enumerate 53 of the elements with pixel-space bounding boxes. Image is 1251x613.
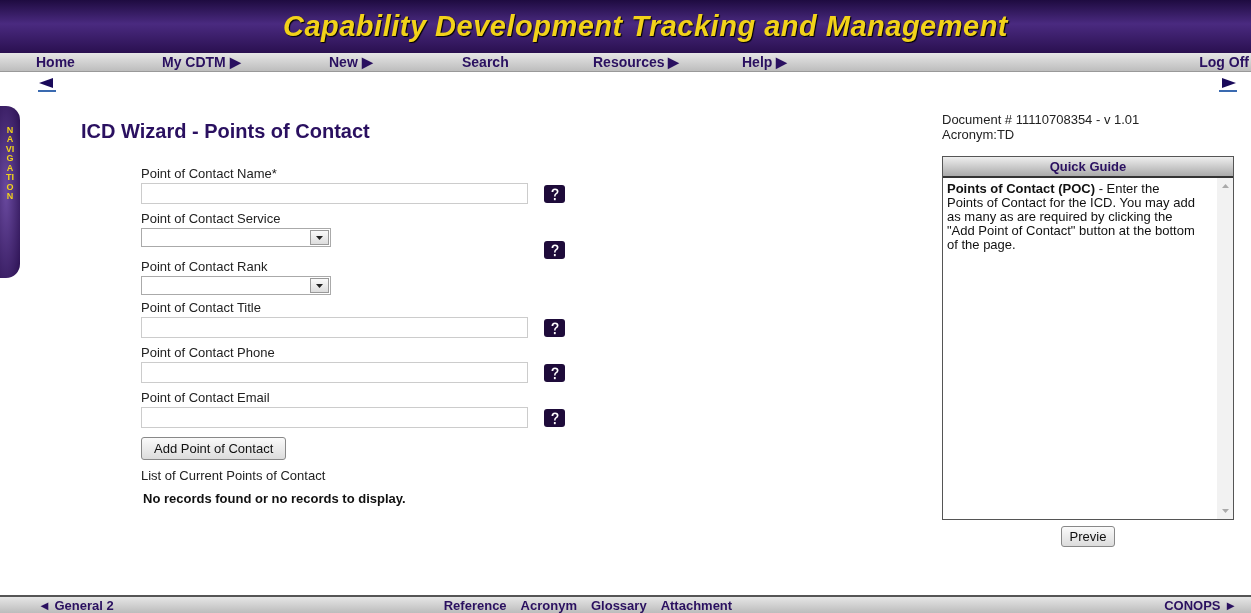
empty-message: No records found or no records to display.: [143, 491, 407, 506]
navigation-tab[interactable]: NAVIGATION: [0, 106, 20, 278]
footer-link[interactable]: Reference: [443, 597, 507, 613]
menu-item[interactable]: New ▶: [329, 54, 462, 70]
field-label: Point of Contact Phone: [141, 345, 276, 360]
footer-link[interactable]: Glossary: [590, 597, 647, 613]
list-heading: List of Current Points of Contact: [141, 468, 327, 483]
caret-icon: [316, 283, 323, 288]
help-button[interactable]: [544, 319, 565, 337]
previous-link[interactable]: ◄ General 2: [38, 597, 114, 613]
menu-item[interactable]: Resources ▶: [593, 54, 742, 70]
question-mark-icon: [549, 366, 560, 380]
text-field[interactable]: [141, 183, 528, 204]
help-button[interactable]: [544, 241, 565, 259]
scrollbar[interactable]: [1217, 178, 1233, 519]
text-field[interactable]: [141, 362, 528, 383]
scroll-up-icon: [1221, 184, 1229, 188]
menu-item[interactable]: Search: [462, 54, 593, 70]
menu-item[interactable]: My CDTM ▶: [162, 54, 329, 70]
caret-icon: [316, 235, 323, 240]
page-title: ICD Wizard - Points of Contact: [81, 120, 371, 143]
field-label: Point of Contact Service: [141, 211, 282, 226]
field-label: Point of Contact Title: [141, 300, 262, 315]
field-label: Point of Contact Name*: [141, 166, 278, 181]
next-link[interactable]: CONOPS ►: [1164, 597, 1237, 613]
field-label: Point of Contact Email: [141, 390, 271, 405]
question-mark-icon: [549, 411, 560, 425]
forward-arrow-icon[interactable]: [1219, 78, 1237, 92]
footer-link[interactable]: Attachment: [660, 597, 733, 613]
menu-item[interactable]: Home: [36, 54, 162, 70]
question-mark-icon: [549, 187, 560, 201]
text-field[interactable]: [141, 317, 528, 338]
site-title: Capability Development Tracking and Management: [282, 10, 1009, 43]
help-button[interactable]: [544, 409, 565, 427]
question-mark-icon: [549, 243, 560, 257]
document-number: Document # 11110708354 - v 1.01: [942, 112, 1141, 127]
menu-item[interactable]: Log Off: [1199, 54, 1249, 70]
menu-item[interactable]: Help ▶: [742, 54, 842, 70]
dropdown-field[interactable]: [141, 276, 331, 295]
quick-guide-header: Quick Guide: [943, 157, 1233, 178]
scroll-down-icon: [1221, 509, 1229, 513]
dropdown-field[interactable]: [141, 228, 331, 247]
help-button[interactable]: [544, 364, 565, 382]
question-mark-icon: [549, 321, 560, 335]
back-arrow-icon[interactable]: [38, 78, 56, 92]
help-button[interactable]: [544, 185, 565, 203]
footer-link[interactable]: Acronym: [520, 597, 577, 613]
preview-button[interactable]: Previe: [1060, 526, 1116, 547]
field-label: Point of Contact Rank: [141, 259, 269, 274]
guide-text: Points of Contact (POC) - Enter the Points of Contact for the ICD. You may add as many as are required by clicking the "Add Point of Contact" button at the bottom of the page.: [946, 180, 1196, 254]
text-field[interactable]: [141, 407, 528, 428]
acronym-text: Acronym:TD: [942, 127, 1016, 142]
add-contact-button[interactable]: Add Point of Contact: [141, 437, 287, 460]
